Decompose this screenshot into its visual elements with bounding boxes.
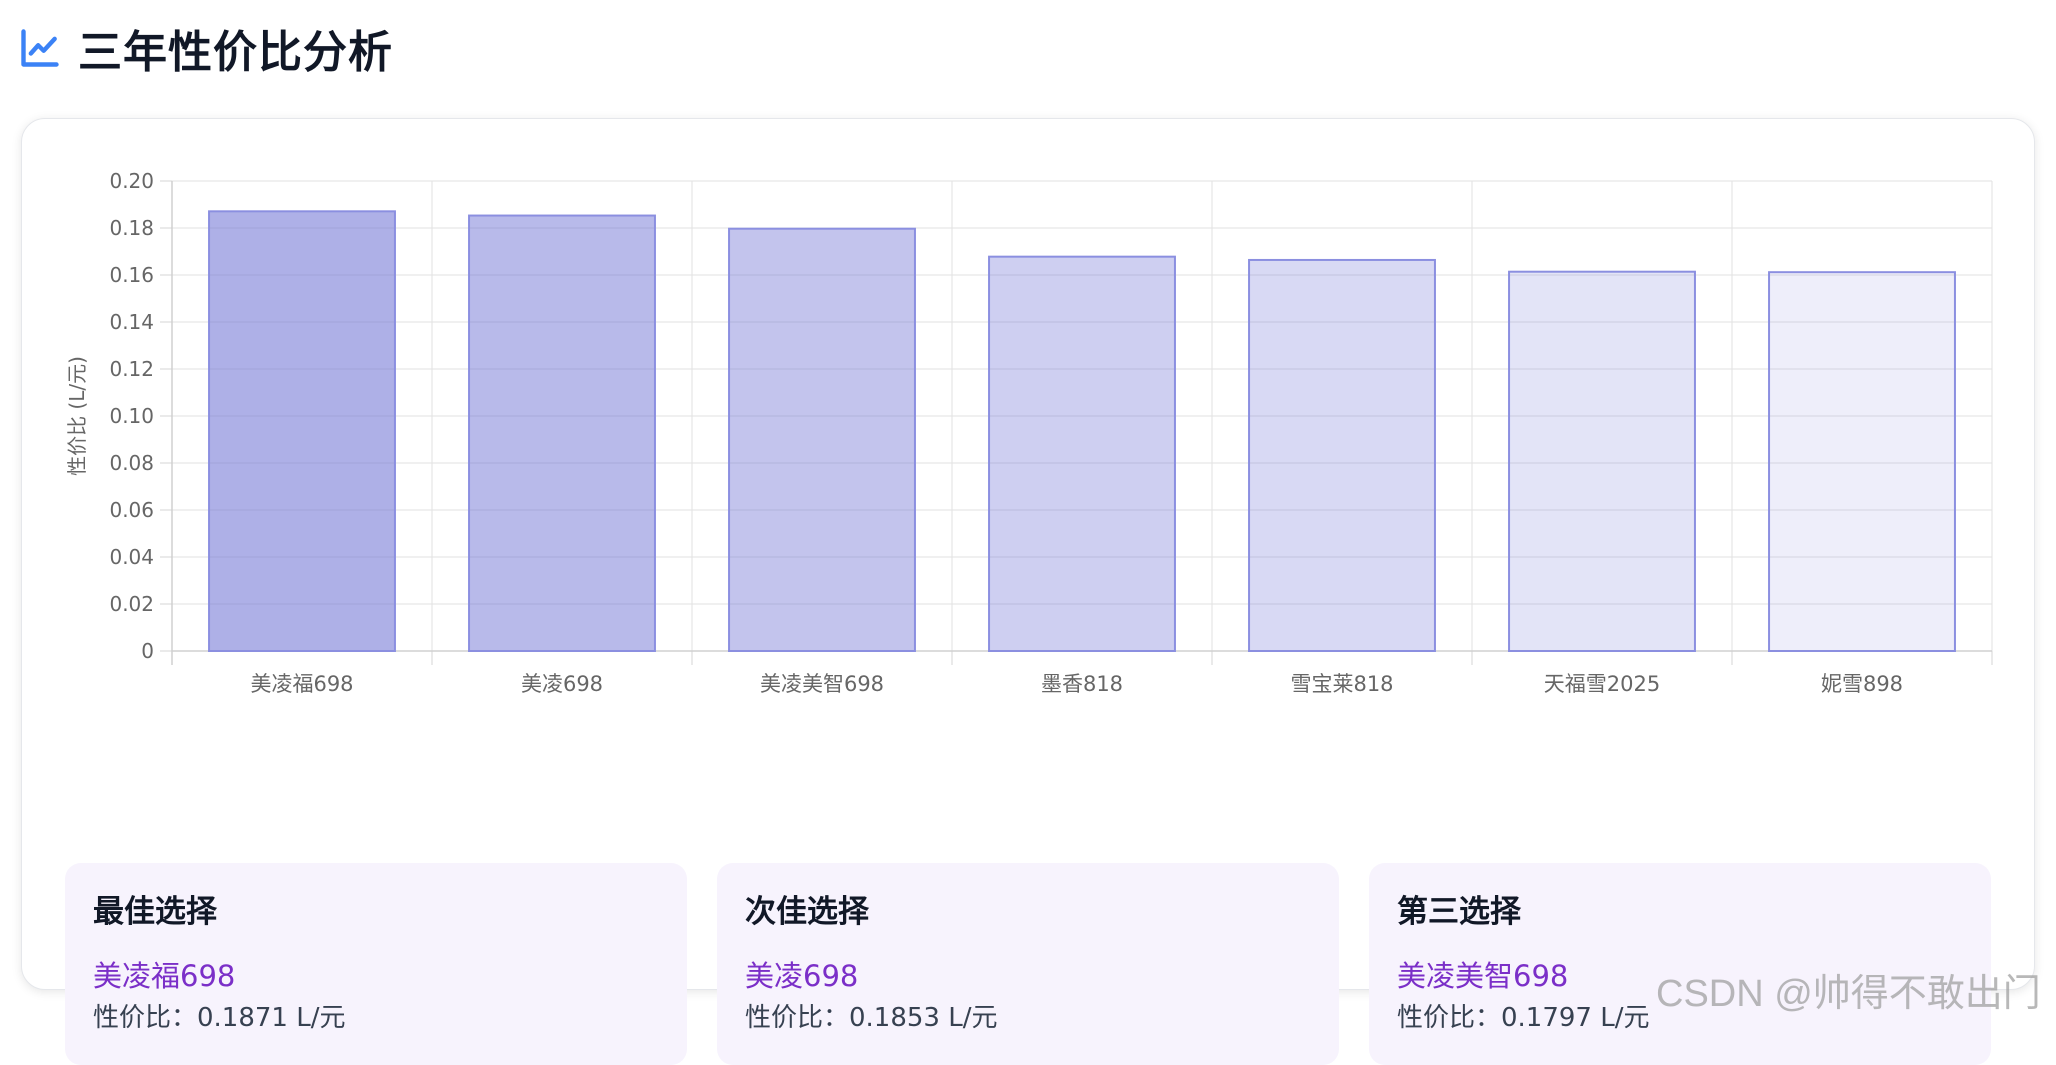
analysis-card: 0 0.02 0.04 0.06 0.08 0.10 0.12 0.14 0.16 0.18 0.2… (21, 118, 2035, 1065)
y-tick-label: 0.16 (109, 263, 154, 287)
y-tick-label: 0.04 (109, 545, 154, 569)
x-tick-label: 天福雪2025 (1544, 672, 1660, 696)
bar (1508, 270, 1696, 653)
watermark: CSDN @帅得不敢出门 (1656, 973, 2041, 1015)
bar (728, 227, 916, 653)
second-choice-name: 美凌698 (745, 959, 859, 993)
x-tick-label: 美凌福698 (250, 672, 353, 696)
y-tick-label: 0.06 (109, 498, 154, 522)
bar (988, 255, 1176, 652)
bar (208, 210, 396, 652)
bar (468, 214, 656, 652)
page-header: 三年性价比分析 (18, 18, 393, 78)
y-tick-label: 0.18 (109, 216, 154, 240)
page-title: 三年性价比分析 (78, 27, 393, 78)
y-tick-label: 0.02 (109, 592, 154, 616)
y-tick-label: 0.10 (109, 404, 154, 428)
y-axis-title: 性价比 (L/元) (65, 356, 89, 476)
y-tick-label: 0.12 (109, 357, 154, 381)
y-tick-label: 0.20 (109, 169, 154, 193)
second-choice-card: 次佳选择 美凌698 性价比：0.1853 L/元 (717, 863, 1339, 1065)
y-tick-label: 0.14 (109, 310, 154, 334)
best-choice-name: 美凌福698 (93, 959, 236, 993)
best-choice-value: 性价比：0.1871 L/元 (93, 1003, 346, 1033)
y-tick-label: 0.08 (109, 451, 154, 475)
x-tick-label: 美凌698 (521, 672, 603, 696)
third-choice-title: 第三选择 (1397, 894, 1521, 930)
bar-chart: 0 0.02 0.04 0.06 0.08 0.10 0.12 0.14 0.16 0.18 0.2… (65, 169, 1993, 696)
y-tick-label: 0 (141, 639, 154, 663)
x-tick-label: 雪宝莱818 (1290, 672, 1393, 696)
line-chart-icon (21, 29, 59, 67)
second-choice-value: 性价比：0.1853 L/元 (745, 1003, 998, 1033)
bar (1768, 271, 1956, 652)
best-choice-title: 最佳选择 (93, 894, 217, 930)
x-tick-label: 美凌美智698 (760, 672, 884, 696)
bar (1248, 258, 1436, 653)
second-choice-title: 次佳选择 (745, 894, 869, 930)
best-choice-card: 最佳选择 美凌福698 性价比：0.1871 L/元 (65, 863, 687, 1065)
x-tick-label: 妮雪898 (1821, 672, 1903, 696)
x-tick-label: 墨香818 (1041, 672, 1123, 696)
